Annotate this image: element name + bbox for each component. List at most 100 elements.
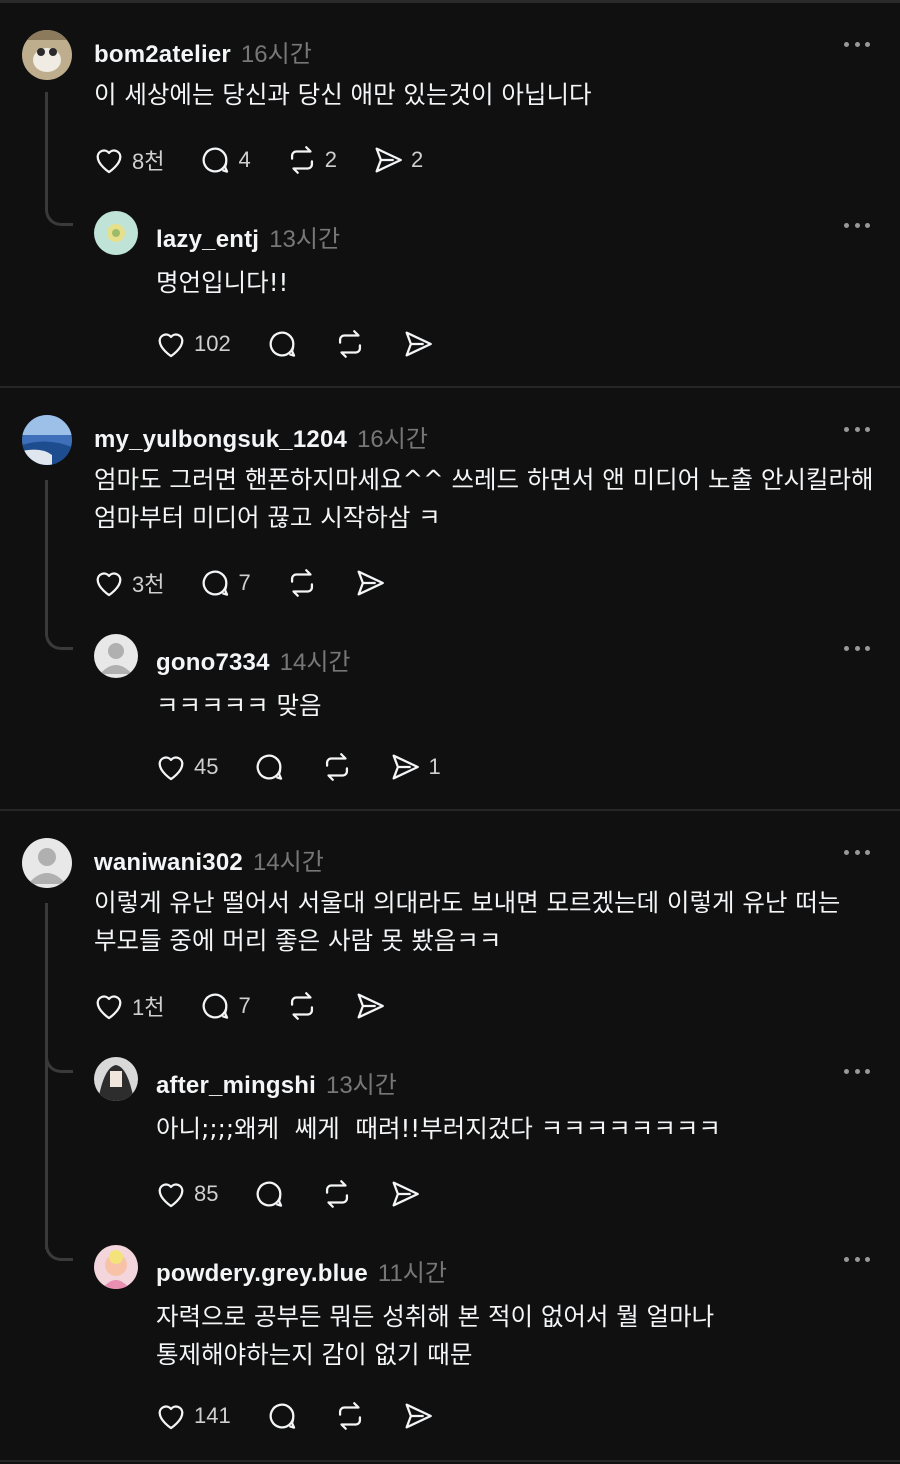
- reply-text-line: 아니;;;;왜케 쎄게 때려!!부러지겄다 ㅋㅋㅋㅋㅋㅋㅋㅋ: [156, 1114, 721, 1143]
- avatar[interactable]: [94, 634, 138, 678]
- avatar[interactable]: [22, 30, 72, 80]
- repost-icon: [290, 569, 313, 597]
- reply-header: lazy_entj 13시간: [156, 219, 340, 254]
- thread-connector: [45, 200, 73, 226]
- like-button[interactable]: 85: [154, 1177, 218, 1211]
- share-button[interactable]: [401, 327, 435, 361]
- username[interactable]: after_mingshi: [156, 1072, 316, 1100]
- action-bar: 85: [154, 1177, 456, 1211]
- send-icon: [405, 331, 432, 357]
- username[interactable]: my_yulbongsuk_1204: [94, 426, 347, 454]
- like-button[interactable]: 45: [154, 750, 218, 784]
- timestamp: 14시간: [252, 849, 324, 876]
- avatar[interactable]: [22, 838, 72, 888]
- top-divider: [0, 0, 900, 3]
- like-button[interactable]: 141: [154, 1399, 231, 1433]
- more-options-icon[interactable]: [844, 425, 870, 433]
- share-button[interactable]: [353, 566, 387, 600]
- repost-icon: [326, 1180, 349, 1208]
- comment-icon: [203, 993, 229, 1019]
- reply-button[interactable]: [265, 327, 299, 361]
- post-header: bom2atelier 16시간: [94, 34, 312, 69]
- action-bar: 102: [154, 327, 469, 361]
- reply-text-line: 통제해야하는지 감이 없기 때문: [156, 1340, 473, 1369]
- like-button[interactable]: 8천: [92, 143, 164, 177]
- send-icon: [405, 1403, 432, 1429]
- share-button[interactable]: [401, 1399, 435, 1433]
- like-count: 102: [194, 331, 231, 356]
- like-count: 45: [194, 754, 219, 779]
- reply-button[interactable]: 7: [198, 989, 251, 1023]
- avatar[interactable]: [22, 415, 72, 465]
- username[interactable]: waniwani302: [94, 849, 243, 877]
- repost-button[interactable]: [333, 327, 367, 361]
- reply-button[interactable]: [252, 1177, 286, 1211]
- heart-icon: [158, 333, 184, 358]
- reply-text: 명언입니다!!: [156, 264, 288, 302]
- like-count: 3천: [132, 572, 165, 597]
- more-options-icon[interactable]: [844, 1255, 870, 1263]
- timestamp: 13시간: [269, 226, 341, 253]
- more-options-icon[interactable]: [844, 40, 870, 48]
- share-button[interactable]: [388, 1177, 422, 1211]
- heart-icon: [96, 572, 122, 597]
- like-button[interactable]: 3천: [92, 566, 164, 600]
- comment-icon: [269, 1403, 295, 1429]
- avatar[interactable]: [94, 1245, 138, 1289]
- repost-button[interactable]: [285, 566, 319, 600]
- repost-icon: [290, 992, 313, 1020]
- like-button[interactable]: 1천: [92, 989, 164, 1023]
- username[interactable]: gono7334: [156, 649, 270, 677]
- avatar[interactable]: [94, 211, 138, 255]
- share-count: 1: [428, 754, 441, 779]
- reply-text: 자력으로 공부든 뭐든 성취해 본 적이 없어서 뭘 얼마나 통제해야하는지 감…: [156, 1298, 714, 1374]
- repost-count: 2: [324, 147, 337, 172]
- avatar[interactable]: [94, 1057, 138, 1101]
- reply-text-line: 자력으로 공부든 뭐든 성취해 본 적이 없어서 뭘 얼마나: [156, 1302, 715, 1331]
- more-options-icon[interactable]: [844, 1067, 870, 1075]
- action-bar: 45 1: [154, 750, 475, 784]
- share-button[interactable]: 1: [388, 750, 441, 784]
- reply-header: powdery.grey.blue 11시간: [156, 1253, 447, 1288]
- repost-button[interactable]: [320, 750, 354, 784]
- more-options-icon[interactable]: [844, 848, 870, 856]
- share-button[interactable]: 2: [371, 143, 423, 177]
- repost-icon: [326, 753, 349, 781]
- reply-button[interactable]: 4: [198, 143, 251, 177]
- send-icon: [393, 1181, 420, 1207]
- reply-text: 아니;;;;왜케 쎄게 때려!!부러지겄다 ㅋㅋㅋㅋㅋㅋㅋㅋ: [156, 1110, 721, 1148]
- timestamp: 14시간: [279, 649, 351, 676]
- reply-button[interactable]: [265, 1399, 299, 1433]
- repost-button[interactable]: [320, 1177, 354, 1211]
- more-options-icon[interactable]: [844, 221, 870, 229]
- share-count: 2: [410, 147, 424, 172]
- action-bar: 1천 7: [92, 989, 421, 1023]
- thread-connector: [45, 1047, 73, 1073]
- repost-button[interactable]: 2: [285, 143, 337, 177]
- post-text-line: 엄마도 그러면 핸폰하지마세요^^ 쓰레드 하면서 앤 미디어 노출 안시킬라해: [94, 465, 874, 494]
- repost-button[interactable]: [333, 1399, 367, 1433]
- timestamp: 16시간: [240, 41, 312, 68]
- more-options-icon[interactable]: [844, 644, 870, 652]
- repost-button[interactable]: [285, 989, 319, 1023]
- heart-icon: [96, 149, 122, 174]
- timestamp: 16시간: [357, 426, 428, 453]
- thread-line: [45, 903, 48, 1249]
- timestamp: 13시간: [325, 1072, 397, 1099]
- username[interactable]: powdery.grey.blue: [156, 1260, 368, 1288]
- share-button[interactable]: [353, 989, 387, 1023]
- reply-button[interactable]: 7: [198, 566, 251, 600]
- thread-line: [45, 92, 48, 202]
- post-divider: [0, 386, 900, 388]
- username[interactable]: bom2atelier: [94, 41, 231, 69]
- username[interactable]: lazy_entj: [156, 226, 259, 254]
- thread-connector: [45, 624, 73, 650]
- reply-text-line: 명언입니다!!: [156, 268, 289, 297]
- comment-icon: [203, 147, 229, 173]
- send-icon: [393, 754, 420, 780]
- action-bar: 141: [154, 1399, 469, 1433]
- reply-button[interactable]: [252, 750, 286, 784]
- reply-count: 4: [238, 147, 251, 172]
- like-button[interactable]: 102: [154, 327, 231, 361]
- heart-icon: [158, 1183, 184, 1208]
